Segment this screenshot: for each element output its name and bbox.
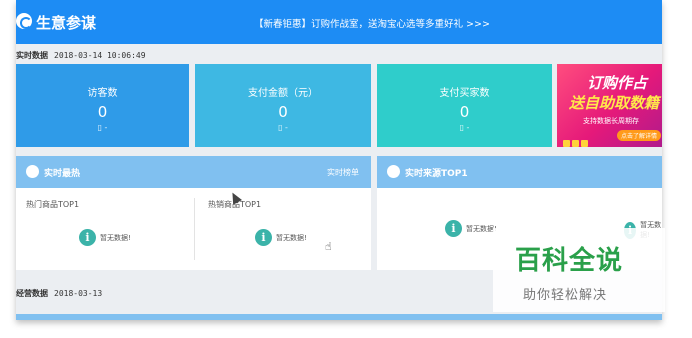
realtime-ranking-link[interactable]: 实时榜单 [327,167,359,178]
kpi-buyers[interactable]: 支付买家数 0 ▯ - [377,64,552,147]
app-title[interactable]: 生意参谋 [36,12,96,33]
link-icon [387,165,400,178]
empty-text: 暂无数据! [276,233,307,242]
realtime-section-label: 实时数据 2018-03-14 10:06:49 [16,50,146,61]
watermark-title: 百科全说 [515,246,624,276]
kpi-label: 访客数 [87,88,118,99]
empty-state: i 暂无数据! [79,229,131,246]
realtime-label: 实时数据 [16,51,48,60]
kpi-value: 0 [97,103,108,121]
watermark: 百科全说 助你轻松解决 [493,228,665,312]
kpi-payment-amount[interactable]: 支付金额（元） 0 ▯ - [195,64,371,147]
banner-cta-button[interactable]: 点击了解详情 [617,130,662,141]
panel-divider [194,198,195,260]
kpi-label: 支付金额（元） [248,88,318,99]
mobile-icon: ▯ - [97,123,108,132]
info-icon: i [79,229,96,246]
kpi-value: 0 [459,103,470,121]
banner-line3: 支持数据长周期存 [583,117,639,125]
hot-panel-title: 实时最热 [44,169,81,179]
source-panel-header: 实时来源TOP1 [377,156,662,188]
kpi-value: 0 [278,103,288,121]
hot-panel-header: 实时最热 实时榜单 [16,156,371,188]
empty-state: i 暂无数据! [255,229,307,246]
section-strip [16,314,662,320]
mobile-icon: ▯ - [459,123,470,132]
empty-text: 暂无数据! [100,233,131,242]
hot-items-title: 热门商品TOP1 [26,200,80,209]
operations-label: 经营数据 [16,289,48,298]
hand-cursor-icon: ☝ [325,240,332,253]
banner-line1: 订购作占 [587,74,648,92]
promo-link[interactable]: 【新春钜惠】订购作战室，送淘宝心选等多重好礼 >>> [254,16,490,30]
empty-state: i 暂无数据! [445,220,497,237]
info-icon: i [445,220,462,237]
hot-panel: 实时最热 实时榜单 热门商品TOP1 热销商品TOP1 i 暂无数据! i 暂无… [16,156,371,270]
info-icon: i [255,229,272,246]
promo-banner[interactable]: 订购作占 送自助取数籍 支持数据长周期存 点击了解详情 [557,64,662,147]
watermark-subtitle: 助你轻松解决 [523,288,608,303]
top-bar: 生意参谋 【新春钜惠】订购作战室，送淘宝心选等多重好礼 >>> [16,0,662,44]
compass-icon [16,13,32,29]
kpi-label: 支付买家数 [439,88,490,99]
banner-pager[interactable] [563,132,590,147]
thumb-icon [26,165,39,178]
source-panel-title: 实时来源TOP1 [405,169,468,179]
mobile-icon: ▯ - [278,123,288,132]
realtime-datetime: 2018-03-14 10:06:49 [54,51,146,60]
banner-line2: 送自助取数籍 [569,94,660,112]
operations-section-label: 经营数据 2018-03-13 [16,288,102,299]
operations-date: 2018-03-13 [54,289,103,298]
kpi-visitors[interactable]: 访客数 0 ▯ - [16,64,189,147]
